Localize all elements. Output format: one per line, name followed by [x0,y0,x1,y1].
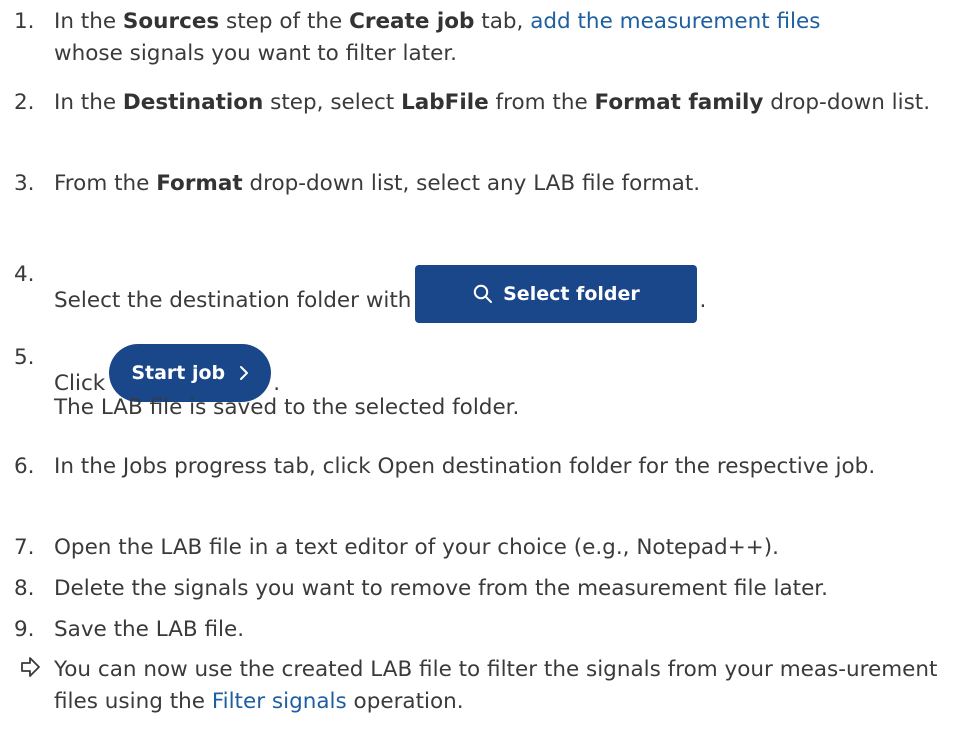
term-destination: Destination [122,90,264,115]
step-text: In the [54,9,123,34]
term-create-job: Create job [349,9,475,34]
step-text: step, select [263,90,402,115]
step-text: from the [488,90,595,115]
step-trailing: . [699,288,707,313]
step-number: 1. [14,9,35,34]
add-measurement-files-link[interactable]: add the measurement files [530,9,820,34]
select-folder-button[interactable]: Select folder [415,265,698,323]
term-labfile: LabFile [401,90,489,115]
step-text: drop-down list. [763,90,931,115]
step-text: drop-down list, select any LAB file form… [242,171,701,196]
step-number: 5. [14,345,35,370]
step-number: 7. [14,535,35,560]
step-text: Save the LAB file. [54,617,245,642]
step-result: The LAB file is saved to the selected fo… [54,395,520,420]
step-text: In the [54,90,123,115]
start-job-label: Start job [131,362,226,384]
step-text: Delete the signals you want to remove fr… [54,576,829,601]
step-number: 4. [14,262,35,287]
step-text: tab, [474,9,531,34]
filter-signals-link[interactable]: Filter signals [212,689,347,714]
term-sources: Sources [122,9,220,34]
step-number: 3. [14,171,35,196]
step-number: 8. [14,576,35,601]
step-text: Open the LAB file in a text editor of yo… [54,535,779,560]
result-text: You can now use the created LAB file to … [54,657,938,714]
step-number: 6. [14,454,35,479]
step-text: In the Jobs progress tab, click Open des… [54,454,876,479]
select-folder-label: Select folder [503,283,640,305]
step-text: Select the destination folder with [54,288,412,313]
instructions-page: 1. In the Sources step of the Create job… [0,0,962,738]
chevron-right-icon [240,366,249,380]
step-number: 9. [14,617,35,642]
step-text: step of the [219,9,350,34]
step-text: From the [54,171,157,196]
result-text: operation. [346,689,464,714]
term-format: Format [156,171,243,196]
step-text: whose signals you want to filter later. [54,41,458,66]
search-icon [473,284,493,303]
arrow-right-outline-icon [21,657,40,677]
step-number: 2. [14,90,35,115]
term-format-family: Format family [594,90,764,115]
